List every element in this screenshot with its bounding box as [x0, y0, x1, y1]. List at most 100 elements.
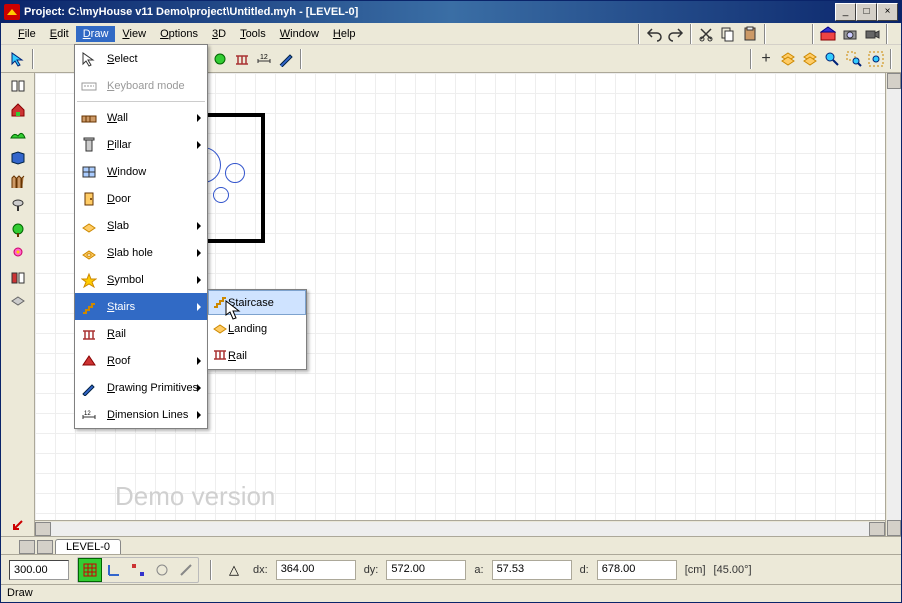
- tab-prev[interactable]: [19, 540, 35, 554]
- menu-label: Window: [107, 166, 146, 178]
- menu-label: Dimension Lines: [107, 409, 188, 421]
- stairs-submenu-landing[interactable]: Landing: [208, 315, 306, 342]
- ltool-layers[interactable]: [7, 291, 29, 313]
- angle-label: [45.00°]: [714, 564, 752, 576]
- horizontal-scrollbar[interactable]: [35, 520, 885, 536]
- tool-layers1[interactable]: [777, 48, 799, 70]
- undo-button[interactable]: [643, 23, 665, 45]
- scroll-up[interactable]: [887, 73, 901, 89]
- ltool-book2[interactable]: [7, 267, 29, 289]
- tool-dim[interactable]: 12: [253, 48, 275, 70]
- ortho-button[interactable]: [102, 558, 126, 582]
- svg-text:12: 12: [260, 54, 268, 61]
- copy-button[interactable]: [717, 23, 739, 45]
- draw-menu-slab-hole[interactable]: Slab hole: [75, 239, 207, 266]
- paste-button[interactable]: [739, 23, 761, 45]
- dim-icon: 12: [79, 405, 99, 425]
- stairs-icon: [79, 297, 99, 317]
- draw-menu-wall[interactable]: Wall: [75, 104, 207, 131]
- circle-snap-button[interactable]: [150, 558, 174, 582]
- draw-menu-drawing-primitives[interactable]: Drawing Primitives: [75, 374, 207, 401]
- draw-menu-dimension-lines[interactable]: 12 Dimension Lines: [75, 401, 207, 428]
- delta-button[interactable]: △: [223, 559, 245, 581]
- app-icon: [4, 4, 20, 20]
- submenu-label: Staircase: [228, 297, 274, 309]
- menu-label: Rail: [107, 328, 126, 340]
- snap-grid-button[interactable]: [78, 558, 102, 582]
- ltool-terrain[interactable]: [7, 123, 29, 145]
- a-field: 57.53: [492, 560, 572, 580]
- stairs-submenu-rail[interactable]: Rail: [208, 342, 306, 369]
- ltool-flower[interactable]: [7, 243, 29, 265]
- draw-menu-keyboard-mode[interactable]: Keyboard mode: [75, 72, 207, 99]
- ltool-book[interactable]: [7, 75, 29, 97]
- draw-menu-roof[interactable]: Roof: [75, 347, 207, 374]
- line-snap-button[interactable]: [174, 558, 198, 582]
- draw-menu-pillar[interactable]: Pillar: [75, 131, 207, 158]
- ltool-arrow-red[interactable]: [7, 514, 29, 536]
- draw-menu-slab[interactable]: Slab: [75, 212, 207, 239]
- wall-icon: [79, 108, 99, 128]
- tool-cursor[interactable]: [7, 48, 29, 70]
- menu-label: Wall: [107, 112, 128, 124]
- ltool-wall3d[interactable]: [7, 147, 29, 169]
- menu-label: Slab hole: [107, 247, 153, 259]
- menu-window[interactable]: Window: [273, 26, 326, 42]
- snap-button[interactable]: [126, 558, 150, 582]
- tool-zoom[interactable]: [821, 48, 843, 70]
- close-button[interactable]: ×: [877, 3, 898, 21]
- vertical-scrollbar[interactable]: [885, 73, 901, 536]
- tool-symbol[interactable]: [209, 48, 231, 70]
- staircase-icon: [212, 293, 228, 312]
- draw-menu-window[interactable]: Window: [75, 158, 207, 185]
- redo-button[interactable]: [665, 23, 687, 45]
- draw-menu-stairs[interactable]: Stairs: [75, 293, 207, 320]
- menu-tools[interactable]: Tools: [233, 26, 273, 42]
- slab-icon: [79, 216, 99, 236]
- watermark: Demo version: [115, 481, 275, 512]
- scroll-left[interactable]: [35, 522, 51, 536]
- scroll-down[interactable]: [887, 520, 901, 536]
- roof-icon: [79, 351, 99, 371]
- pillar-icon: [79, 135, 99, 155]
- draw-menu-rail[interactable]: Rail: [75, 320, 207, 347]
- movie-button[interactable]: [861, 23, 883, 45]
- draw-menu-dropdown: SelectKeyboard mode Wall Pillar Window Door S…: [74, 44, 208, 429]
- draw-menu-door[interactable]: Door: [75, 185, 207, 212]
- tool-layers2[interactable]: [799, 48, 821, 70]
- tool-pencil[interactable]: [275, 48, 297, 70]
- tool-zoom-window[interactable]: [843, 48, 865, 70]
- level-tab-0[interactable]: LEVEL-0: [55, 539, 121, 554]
- left-toolbar: [1, 73, 35, 536]
- stairs-submenu-staircase[interactable]: Staircase: [208, 290, 306, 315]
- menu-view[interactable]: View: [115, 26, 153, 42]
- render-button[interactable]: [817, 23, 839, 45]
- menu-help[interactable]: Help: [326, 26, 363, 42]
- menu-label: Stairs: [107, 301, 135, 313]
- menu-file[interactable]: File: [11, 26, 43, 42]
- tool-rail[interactable]: [231, 48, 253, 70]
- rail-icon: [79, 324, 99, 344]
- cut-button[interactable]: [695, 23, 717, 45]
- menu-draw[interactable]: Draw: [76, 26, 116, 42]
- ltool-lamp[interactable]: [7, 195, 29, 217]
- cursor-icon: [79, 49, 99, 69]
- draw-menu-select[interactable]: Select: [75, 45, 207, 72]
- ltool-tree[interactable]: [7, 219, 29, 241]
- ltool-house[interactable]: [7, 99, 29, 121]
- tool-zoom-extents[interactable]: [865, 48, 887, 70]
- menu-3d[interactable]: 3D: [205, 26, 233, 42]
- submenu-label: Rail: [228, 350, 247, 362]
- scroll-right[interactable]: [869, 522, 885, 536]
- menu-edit[interactable]: Edit: [43, 26, 76, 42]
- minimize-button[interactable]: _: [835, 3, 856, 21]
- offset-input[interactable]: [9, 560, 69, 580]
- draw-menu-symbol[interactable]: Symbol: [75, 266, 207, 293]
- maximize-button[interactable]: □: [856, 3, 877, 21]
- camera-button[interactable]: [839, 23, 861, 45]
- ltool-fence[interactable]: [7, 171, 29, 193]
- tab-next[interactable]: [37, 540, 53, 554]
- menu-options[interactable]: Options: [153, 26, 205, 42]
- tool-plus[interactable]: +: [755, 48, 777, 70]
- menu-label: Door: [107, 193, 131, 205]
